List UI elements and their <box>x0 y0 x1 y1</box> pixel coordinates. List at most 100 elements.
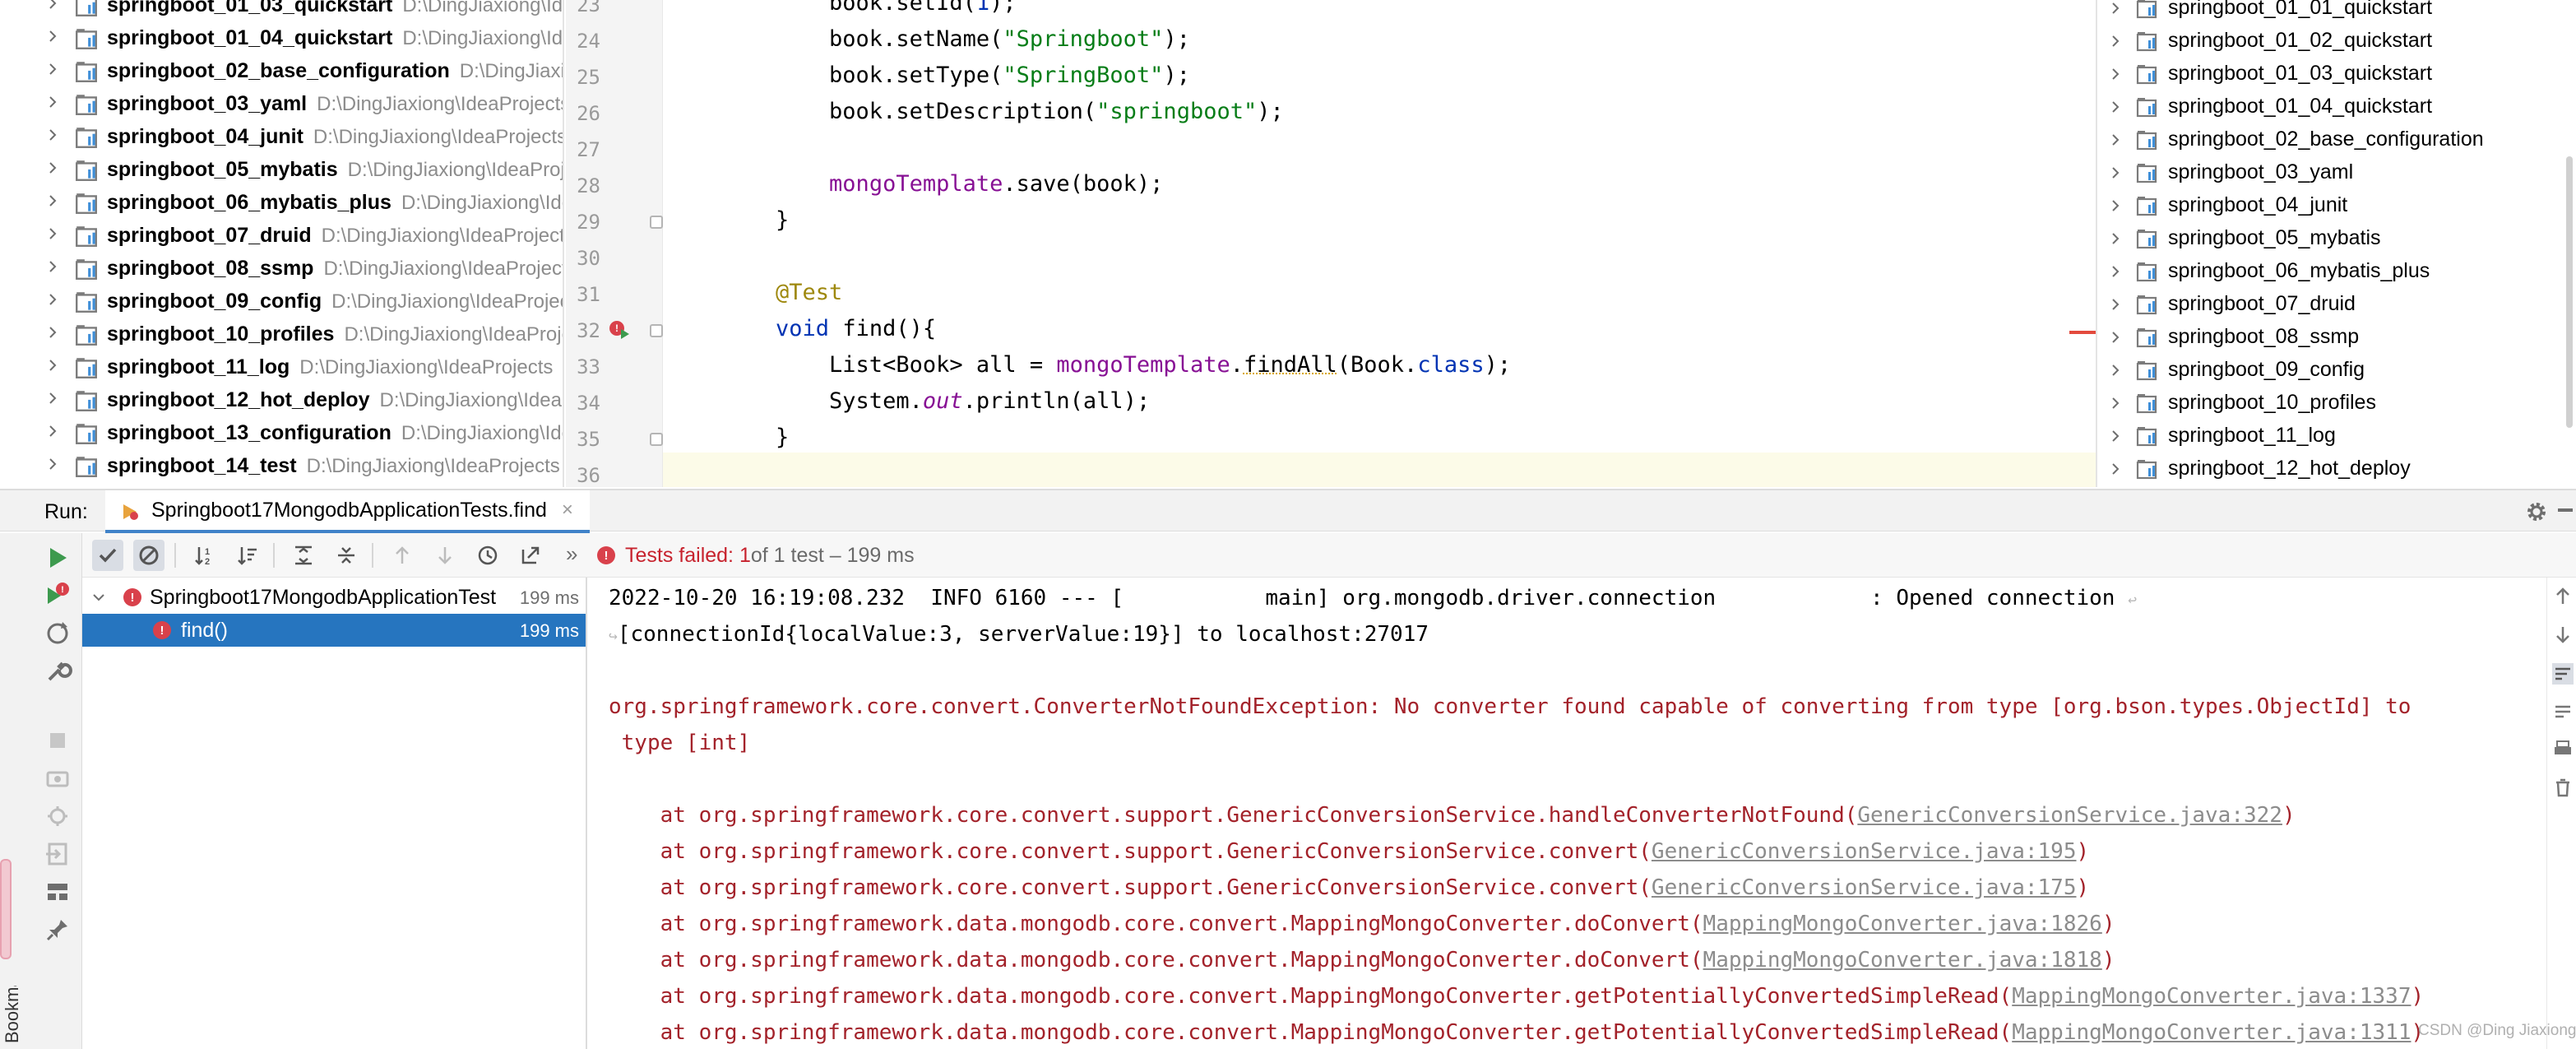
bookmarks-tool-window-tab[interactable]: Bookmarks <box>2 986 25 1049</box>
chevron-right-icon[interactable] <box>2109 166 2122 179</box>
project-tree-item[interactable]: springboot_09_config D:\DingJiaxiong\Idea… <box>0 285 563 318</box>
code-line[interactable]: book.setType("SpringBoot"); <box>566 59 2096 95</box>
project-tree-item[interactable]: springboot_14_test D:\DingJiaxiong\IdeaPr… <box>0 449 563 482</box>
project-tree-item[interactable]: springboot_02_base_configuration D:\DingJ… <box>0 54 563 87</box>
code-line[interactable]: mongoTemplate.save(book); <box>566 168 2096 204</box>
scroll-down-icon[interactable] <box>2552 624 2574 645</box>
stacktrace-link[interactable]: GenericConversionService.java:322 <box>1857 803 2282 828</box>
modules-panel-item[interactable]: springboot_02_base_configuration <box>2097 123 2576 156</box>
code-line[interactable] <box>566 132 2096 168</box>
modules-panel-item[interactable]: springboot_01_04_quickstart <box>2097 91 2576 123</box>
chevron-right-icon[interactable] <box>46 194 59 207</box>
console-line[interactable]: at org.springframework.data.mongodb.core… <box>609 912 2115 936</box>
code-line[interactable] <box>566 457 2096 487</box>
error-stripe-marker[interactable] <box>2069 331 2096 334</box>
chevron-right-icon[interactable] <box>2109 364 2122 377</box>
chevron-right-icon[interactable] <box>46 63 59 76</box>
console-line[interactable]: at org.springframework.data.mongodb.core… <box>609 1020 2425 1045</box>
rerun-failed-icon[interactable]: ! <box>43 581 72 610</box>
modules-panel-item[interactable]: springboot_03_yaml <box>2097 156 2576 189</box>
modules-panel-item[interactable]: springboot_01_01_quickstart <box>2097 0 2576 25</box>
chevron-right-icon[interactable] <box>46 0 59 10</box>
modules-panel-item[interactable]: springboot_05_mybatis <box>2097 222 2576 255</box>
console-line[interactable]: ↪[connectionId{localValue:3, serverValue… <box>609 622 1429 647</box>
project-tree-item[interactable]: springboot_04_junit D:\DingJiaxiong\IdeaP… <box>0 120 563 153</box>
project-tree-item[interactable]: springboot_12_hot_deploy D:\DingJiaxiong\… <box>0 383 563 416</box>
modules-panel-item[interactable]: springboot_09_config <box>2097 354 2576 387</box>
chevron-right-icon[interactable] <box>2109 462 2122 476</box>
project-tree-item[interactable]: springboot_03_yaml D:\DingJiaxiong\IdeaPr… <box>0 87 563 120</box>
stop-icon[interactable] <box>43 726 72 755</box>
project-tree-item[interactable]: springboot_06_mybatis_plus D:\DingJiaxion… <box>0 186 563 219</box>
console-line[interactable]: at org.springframework.core.convert.supp… <box>609 839 2090 864</box>
chevron-right-icon[interactable] <box>2109 331 2122 344</box>
expand-all-button[interactable] <box>288 540 319 571</box>
sort-alpha-button[interactable]: 12 <box>189 540 220 571</box>
close-icon[interactable]: × <box>562 499 573 522</box>
modules-panel-item[interactable]: springboot_06_mybatis_plus <box>2097 255 2576 288</box>
chevron-right-icon[interactable] <box>2109 232 2122 245</box>
chevron-right-icon[interactable] <box>46 326 59 339</box>
code-line[interactable]: void find(){ <box>566 313 2096 349</box>
stacktrace-link[interactable]: MappingMongoConverter.java:1311 <box>2012 1020 2411 1045</box>
code-line[interactable]: List<Book> all = mongoTemplate.findAll(B… <box>566 349 2096 385</box>
scroll-up-icon[interactable] <box>2552 586 2574 607</box>
code-line[interactable]: book.setName("Springboot"); <box>566 23 2096 59</box>
stacktrace-link[interactable]: GenericConversionService.java:195 <box>1652 839 2077 864</box>
chevron-right-icon[interactable] <box>46 260 59 273</box>
run-icon[interactable] <box>43 543 72 573</box>
chevron-right-icon[interactable] <box>46 128 59 142</box>
chevron-right-icon[interactable] <box>46 359 59 372</box>
chevron-right-icon[interactable] <box>46 392 59 405</box>
modules-panel-item[interactable]: springboot_01_03_quickstart <box>2097 58 2576 91</box>
console-line[interactable]: org.springframework.core.convert.Convert… <box>609 694 2411 719</box>
show-passed-button[interactable] <box>92 540 123 571</box>
project-tree-item[interactable]: springboot_13_configuration D:\DingJiaxio… <box>0 416 563 449</box>
code-line[interactable] <box>566 240 2096 276</box>
code-line[interactable]: System.out.println(all); <box>566 385 2096 421</box>
chevron-right-icon[interactable] <box>2109 133 2122 146</box>
project-tree-item[interactable]: springboot_08_ssmp D:\DingJiaxiong\IdeaPr… <box>0 252 563 285</box>
console-line[interactable]: at org.springframework.core.convert.supp… <box>609 803 2296 828</box>
code-line[interactable]: @Test <box>566 276 2096 313</box>
stacktrace-link[interactable]: MappingMongoConverter.java:1826 <box>1703 912 2102 936</box>
test-tree-root[interactable]: ! Springboot17MongodbApplicationTest 199… <box>82 581 586 614</box>
console-line[interactable]: type [int] <box>609 731 751 755</box>
chevron-right-icon[interactable] <box>2109 429 2122 443</box>
scroll-to-end-icon[interactable] <box>2552 701 2574 722</box>
run-test-gutter-icon[interactable]: ! <box>609 319 630 341</box>
project-tree-item[interactable]: springboot_10_profiles D:\DingJiaxiong\Id… <box>0 318 563 350</box>
modules-panel-item[interactable]: springboot_08_ssmp <box>2097 321 2576 354</box>
toggle-auto-test-icon[interactable] <box>43 619 72 648</box>
fold-marker-icon[interactable] <box>650 216 663 229</box>
camera-icon[interactable] <box>43 764 72 793</box>
code-line[interactable]: } <box>566 421 2096 457</box>
minimize-icon[interactable] <box>2558 508 2573 512</box>
stacktrace-link[interactable]: MappingMongoConverter.java:1818 <box>1703 948 2102 972</box>
chevron-right-icon[interactable] <box>46 161 59 174</box>
project-tree-item[interactable]: springboot_01_04_quickstart D:\DingJiaxio… <box>0 21 563 54</box>
project-tree-item[interactable]: springboot_07_druid D:\DingJiaxiong\IdeaP… <box>0 219 563 252</box>
modules-panel-item[interactable]: springboot_10_profiles <box>2097 387 2576 420</box>
modules-panel-item[interactable]: springboot_04_junit <box>2097 189 2576 222</box>
soft-wrap-icon[interactable] <box>2552 663 2574 685</box>
chevron-right-icon[interactable] <box>2109 2 2122 15</box>
code-line[interactable]: book.setId(1); <box>566 0 2096 23</box>
structure-tool-window-stripe[interactable] <box>0 859 12 959</box>
chevron-right-icon[interactable] <box>2109 199 2122 212</box>
chevron-right-icon[interactable] <box>2109 100 2122 114</box>
sort-duration-button[interactable] <box>232 540 263 571</box>
console-line[interactable]: 2022-10-20 16:19:08.232 INFO 6160 --- [ … <box>609 586 2137 610</box>
collapse-all-button[interactable] <box>331 540 362 571</box>
gear-icon[interactable] <box>2523 499 2550 525</box>
export-results-button[interactable] <box>515 540 546 571</box>
wrench-icon[interactable] <box>43 657 72 686</box>
modules-panel-item[interactable]: springboot_07_druid <box>2097 288 2576 321</box>
print-icon[interactable] <box>2552 739 2574 760</box>
project-tree-item[interactable]: springboot_01_03_quickstart D:\DingJiaxio… <box>0 0 563 21</box>
chevron-right-icon[interactable] <box>2109 265 2122 278</box>
code-line[interactable]: book.setDescription("springboot"); <box>566 95 2096 132</box>
layout-icon[interactable] <box>43 877 72 907</box>
modules-panel-item[interactable]: springboot_12_hot_deploy <box>2097 453 2576 485</box>
chevron-down-icon[interactable] <box>92 591 105 604</box>
